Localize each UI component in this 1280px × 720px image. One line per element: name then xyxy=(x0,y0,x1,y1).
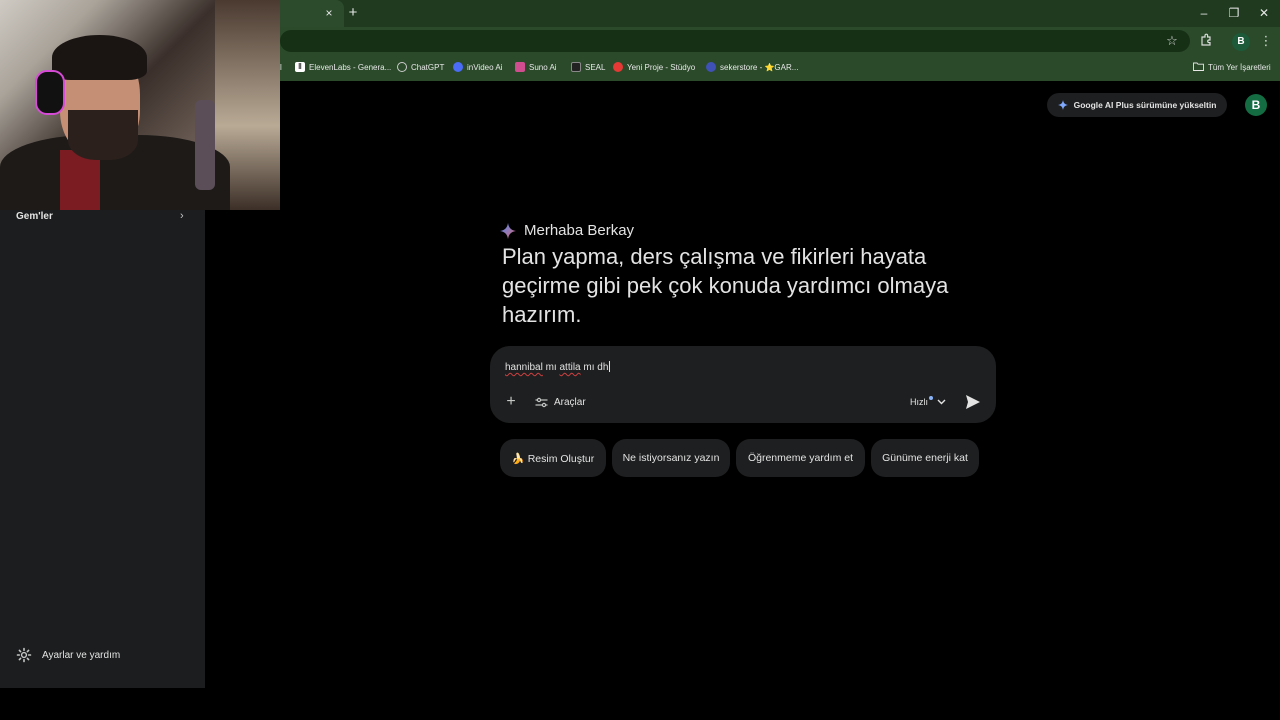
sidebar-item-settings[interactable]: Ayarlar ve yardım xyxy=(16,647,120,663)
restore-icon[interactable]: ❐ xyxy=(1226,5,1242,21)
model-dot-icon xyxy=(929,396,933,400)
browser-profile-avatar[interactable]: B xyxy=(1232,33,1250,51)
settings-label: Ayarlar ve yardım xyxy=(42,649,121,661)
close-window-icon[interactable]: ✕ xyxy=(1256,5,1272,21)
elevenlabs-icon: Ⅱ xyxy=(295,62,305,72)
bookmark-youtube-studio[interactable]: Yeni Proje - Stüdyo xyxy=(613,60,695,74)
more-menu-icon[interactable]: ⋮ xyxy=(1258,33,1274,49)
chip-write-anything[interactable]: Ne istiyorsanız yazın xyxy=(612,439,730,477)
bookmark-elevenlabs[interactable]: Ⅱ ElevenLabs - Genera... xyxy=(295,60,391,74)
model-selector[interactable]: Hızlı xyxy=(910,394,946,410)
sparkle-icon xyxy=(1057,100,1068,110)
gemini-sparkle-icon xyxy=(500,222,516,239)
tools-button[interactable]: Araçlar xyxy=(535,393,586,411)
send-icon[interactable] xyxy=(963,392,983,412)
greeting: Merhaba Berkay xyxy=(500,222,634,239)
sliders-icon xyxy=(535,397,548,407)
invideo-icon xyxy=(453,62,463,72)
folder-icon xyxy=(1193,62,1204,73)
suno-icon xyxy=(515,62,525,72)
extensions-icon[interactable] xyxy=(1198,33,1214,49)
chip-help-learn[interactable]: Öğrenmeme yardım et xyxy=(736,439,865,477)
bookmark-star-icon[interactable]: ☆ xyxy=(1164,33,1180,49)
greeting-name: Merhaba Berkay xyxy=(524,222,635,239)
minimize-icon[interactable]: – xyxy=(1196,5,1212,21)
prompt-input[interactable]: hannibal mı attila mı dh xyxy=(505,361,611,373)
all-bookmarks[interactable]: Tüm Yer İşaretleri xyxy=(1193,60,1271,74)
bookmark-sekerstore[interactable]: sekerstore - ⭐GAR... xyxy=(706,60,798,74)
page-headline: Plan yapma, ders çalışma ve fikirleri ha… xyxy=(502,244,949,327)
address-bar[interactable] xyxy=(280,30,1190,52)
chip-create-image[interactable]: 🍌 Resim Oluştur xyxy=(500,439,606,477)
bookmark-invideo[interactable]: inVideo Ai xyxy=(453,60,502,74)
bookmark-suno[interactable]: Suno Ai xyxy=(515,60,557,74)
upgrade-button[interactable]: Google AI Plus sürümüne yükseltin xyxy=(1047,93,1227,117)
tab-close-icon[interactable]: × xyxy=(322,6,336,20)
webcam-person-hair xyxy=(52,35,147,80)
sekerstore-icon xyxy=(706,62,716,72)
chatgpt-icon xyxy=(397,62,407,72)
tools-label: Araçlar xyxy=(554,396,586,408)
chip-energize-day[interactable]: Günüme enerji kat xyxy=(871,439,979,477)
webcam-person-beard xyxy=(68,110,138,160)
bookmark-chatgpt[interactable]: ChatGPT xyxy=(397,60,444,74)
bookmark-seal[interactable]: SEAL xyxy=(571,60,605,74)
add-attachment-icon[interactable]: + xyxy=(502,393,520,411)
webcam-headset xyxy=(35,70,65,115)
youtube-studio-icon xyxy=(613,62,623,72)
text-caret xyxy=(609,361,611,372)
upgrade-label: Google AI Plus sürümüne yükseltin xyxy=(1073,100,1217,110)
sidebar-item-gems[interactable]: Gem'ler xyxy=(16,211,53,222)
seal-icon xyxy=(571,62,581,72)
new-tab-icon[interactable]: + xyxy=(345,5,361,21)
chevron-down-icon xyxy=(937,399,946,405)
user-avatar[interactable]: B xyxy=(1245,94,1267,116)
bookmark-item[interactable]: l xyxy=(280,60,282,74)
chevron-right-icon[interactable]: › xyxy=(180,210,184,222)
webcam-overlay xyxy=(0,0,280,210)
prompt-box xyxy=(490,346,996,423)
model-label: Hızlı xyxy=(910,397,928,407)
webcam-bottle xyxy=(195,100,215,190)
gear-icon xyxy=(16,647,32,663)
